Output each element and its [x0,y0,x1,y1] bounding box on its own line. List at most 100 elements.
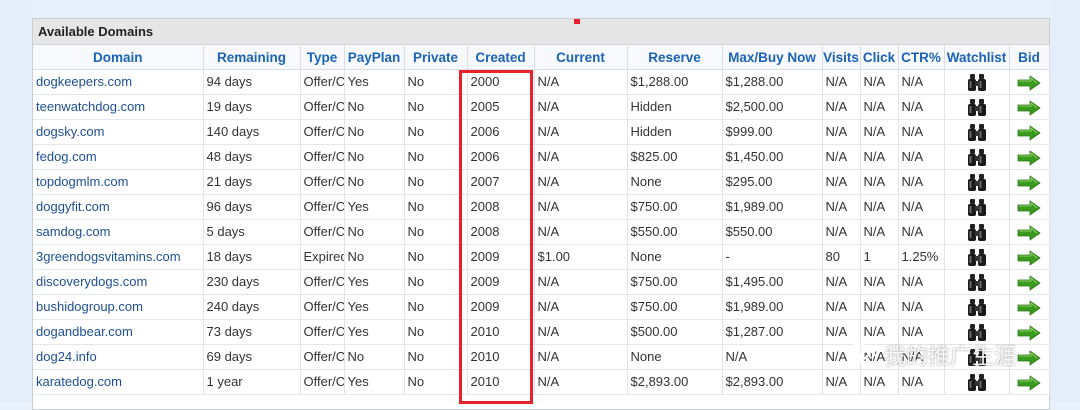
binoculars-icon[interactable] [966,98,988,116]
col-bid[interactable]: Bid [1009,45,1050,70]
binoculars-icon[interactable] [966,273,988,291]
current-cell: N/A [534,169,628,195]
reserve-cell: None [627,169,723,195]
col-current[interactable]: Current [534,45,628,70]
created-cell: 2008 [467,219,535,245]
remaining-cell: 140 days [203,119,301,145]
binoculars-icon[interactable] [966,123,988,141]
domain-cell: 3greendogsvitamins.com [33,244,204,270]
bid-cell [1009,169,1050,195]
col-remaining[interactable]: Remaining [203,45,301,70]
ctr-cell: N/A [898,119,945,145]
current-cell: N/A [534,294,628,320]
domain-cell: topdogmlm.com [33,169,204,195]
binoculars-icon[interactable] [966,148,988,166]
green-arrow-right-icon[interactable] [1017,374,1041,391]
click-cell: N/A [860,94,899,120]
binoculars-icon[interactable] [966,373,988,391]
visits-cell: 80 [822,244,861,270]
domain-link[interactable]: fedog.com [36,149,97,164]
col-private[interactable]: Private [404,45,468,70]
private-cell: No [404,94,468,120]
col-visits[interactable]: Visits [822,45,861,70]
col-payplan[interactable]: PayPlan [344,45,405,70]
type-cell: Offer/C [300,194,345,220]
binoculars-icon[interactable] [966,298,988,316]
ctr-cell: N/A [898,369,945,395]
payplan-cell: Yes [344,294,405,320]
ctr-cell: N/A [898,144,945,170]
green-arrow-right-icon[interactable] [1017,274,1041,291]
table-row: samdog.com 5 days Offer/C No No 2008 N/A $550.0… [33,219,1050,245]
binoculars-icon[interactable] [966,223,988,241]
binoculars-icon[interactable] [966,248,988,266]
watchlist-cell [944,244,1010,270]
domain-link[interactable]: topdogmlm.com [36,174,128,189]
payplan-cell: No [344,244,405,270]
green-arrow-right-icon[interactable] [1017,299,1041,316]
watchlist-cell [944,144,1010,170]
domain-link[interactable]: samdog.com [36,224,110,239]
green-arrow-right-icon[interactable] [1017,99,1041,116]
current-cell: N/A [534,69,628,95]
current-cell: N/A [534,369,628,395]
domain-cell: discoverydogs.com [33,269,204,295]
reserve-cell: None [627,344,723,370]
green-arrow-right-icon[interactable] [1017,199,1041,216]
col-created[interactable]: Created [467,45,535,70]
binoculars-icon[interactable] [966,173,988,191]
binoculars-icon[interactable] [966,323,988,341]
type-cell: Offer/C [300,69,345,95]
col-reserve[interactable]: Reserve [627,45,723,70]
watchlist-cell [944,194,1010,220]
domain-link[interactable]: bushidogroup.com [36,299,143,314]
green-arrow-right-icon[interactable] [1017,124,1041,141]
max-buy-now-cell: $295.00 [722,169,823,195]
table-row: doggyfit.com 96 days Offer/C Yes No 2008 N/A $7… [33,194,1050,220]
binoculars-icon[interactable] [966,198,988,216]
green-arrow-right-icon[interactable] [1017,149,1041,166]
col-type[interactable]: Type [300,45,345,70]
domain-link[interactable]: dogandbear.com [36,324,133,339]
type-cell: Offer/C [300,344,345,370]
domain-link[interactable]: discoverydogs.com [36,274,147,289]
domain-link[interactable]: 3greendogsvitamins.com [36,249,181,264]
binoculars-icon[interactable] [966,73,988,91]
watchlist-cell [944,369,1010,395]
domain-cell: bushidogroup.com [33,294,204,320]
col-domain[interactable]: Domain [33,45,204,70]
domain-link[interactable]: karatedog.com [36,374,122,389]
domain-link[interactable]: doggyfit.com [36,199,110,214]
max-buy-now-cell: $1,989.00 [722,194,823,220]
col-ctr[interactable]: CTR% [898,45,945,70]
table-row: teenwatchdog.com 19 days Offer/C No No 2005 N/… [33,94,1050,120]
col-watchlist[interactable]: Watchlist [944,45,1010,70]
domain-cell: fedog.com [33,144,204,170]
watchlist-cell [944,69,1010,95]
private-cell: No [404,344,468,370]
private-cell: No [404,194,468,220]
domain-link[interactable]: dogkeepers.com [36,74,132,89]
created-cell: 2009 [467,244,535,270]
domain-link[interactable]: dogsky.com [36,124,104,139]
green-arrow-right-icon[interactable] [1017,174,1041,191]
max-buy-now-cell: $2,500.00 [722,94,823,120]
type-cell: Offer/C [300,319,345,345]
domain-link[interactable]: dog24.info [36,349,97,364]
col-max-buy-now[interactable]: Max/Buy Now [722,45,823,70]
table-row: 3greendogsvitamins.com 18 days Expired No No… [33,244,1050,270]
ctr-cell: 1.25% [898,244,945,270]
private-cell: No [404,269,468,295]
created-cell: 2010 [467,369,535,395]
green-arrow-right-icon[interactable] [1017,74,1041,91]
green-arrow-right-icon[interactable] [1017,324,1041,341]
created-cell: 2006 [467,144,535,170]
private-cell: No [404,244,468,270]
click-cell: N/A [860,269,899,295]
col-click[interactable]: Click [860,45,899,70]
green-arrow-right-icon[interactable] [1017,224,1041,241]
click-cell: N/A [860,194,899,220]
private-cell: No [404,169,468,195]
domain-link[interactable]: teenwatchdog.com [36,99,145,114]
green-arrow-right-icon[interactable] [1017,249,1041,266]
